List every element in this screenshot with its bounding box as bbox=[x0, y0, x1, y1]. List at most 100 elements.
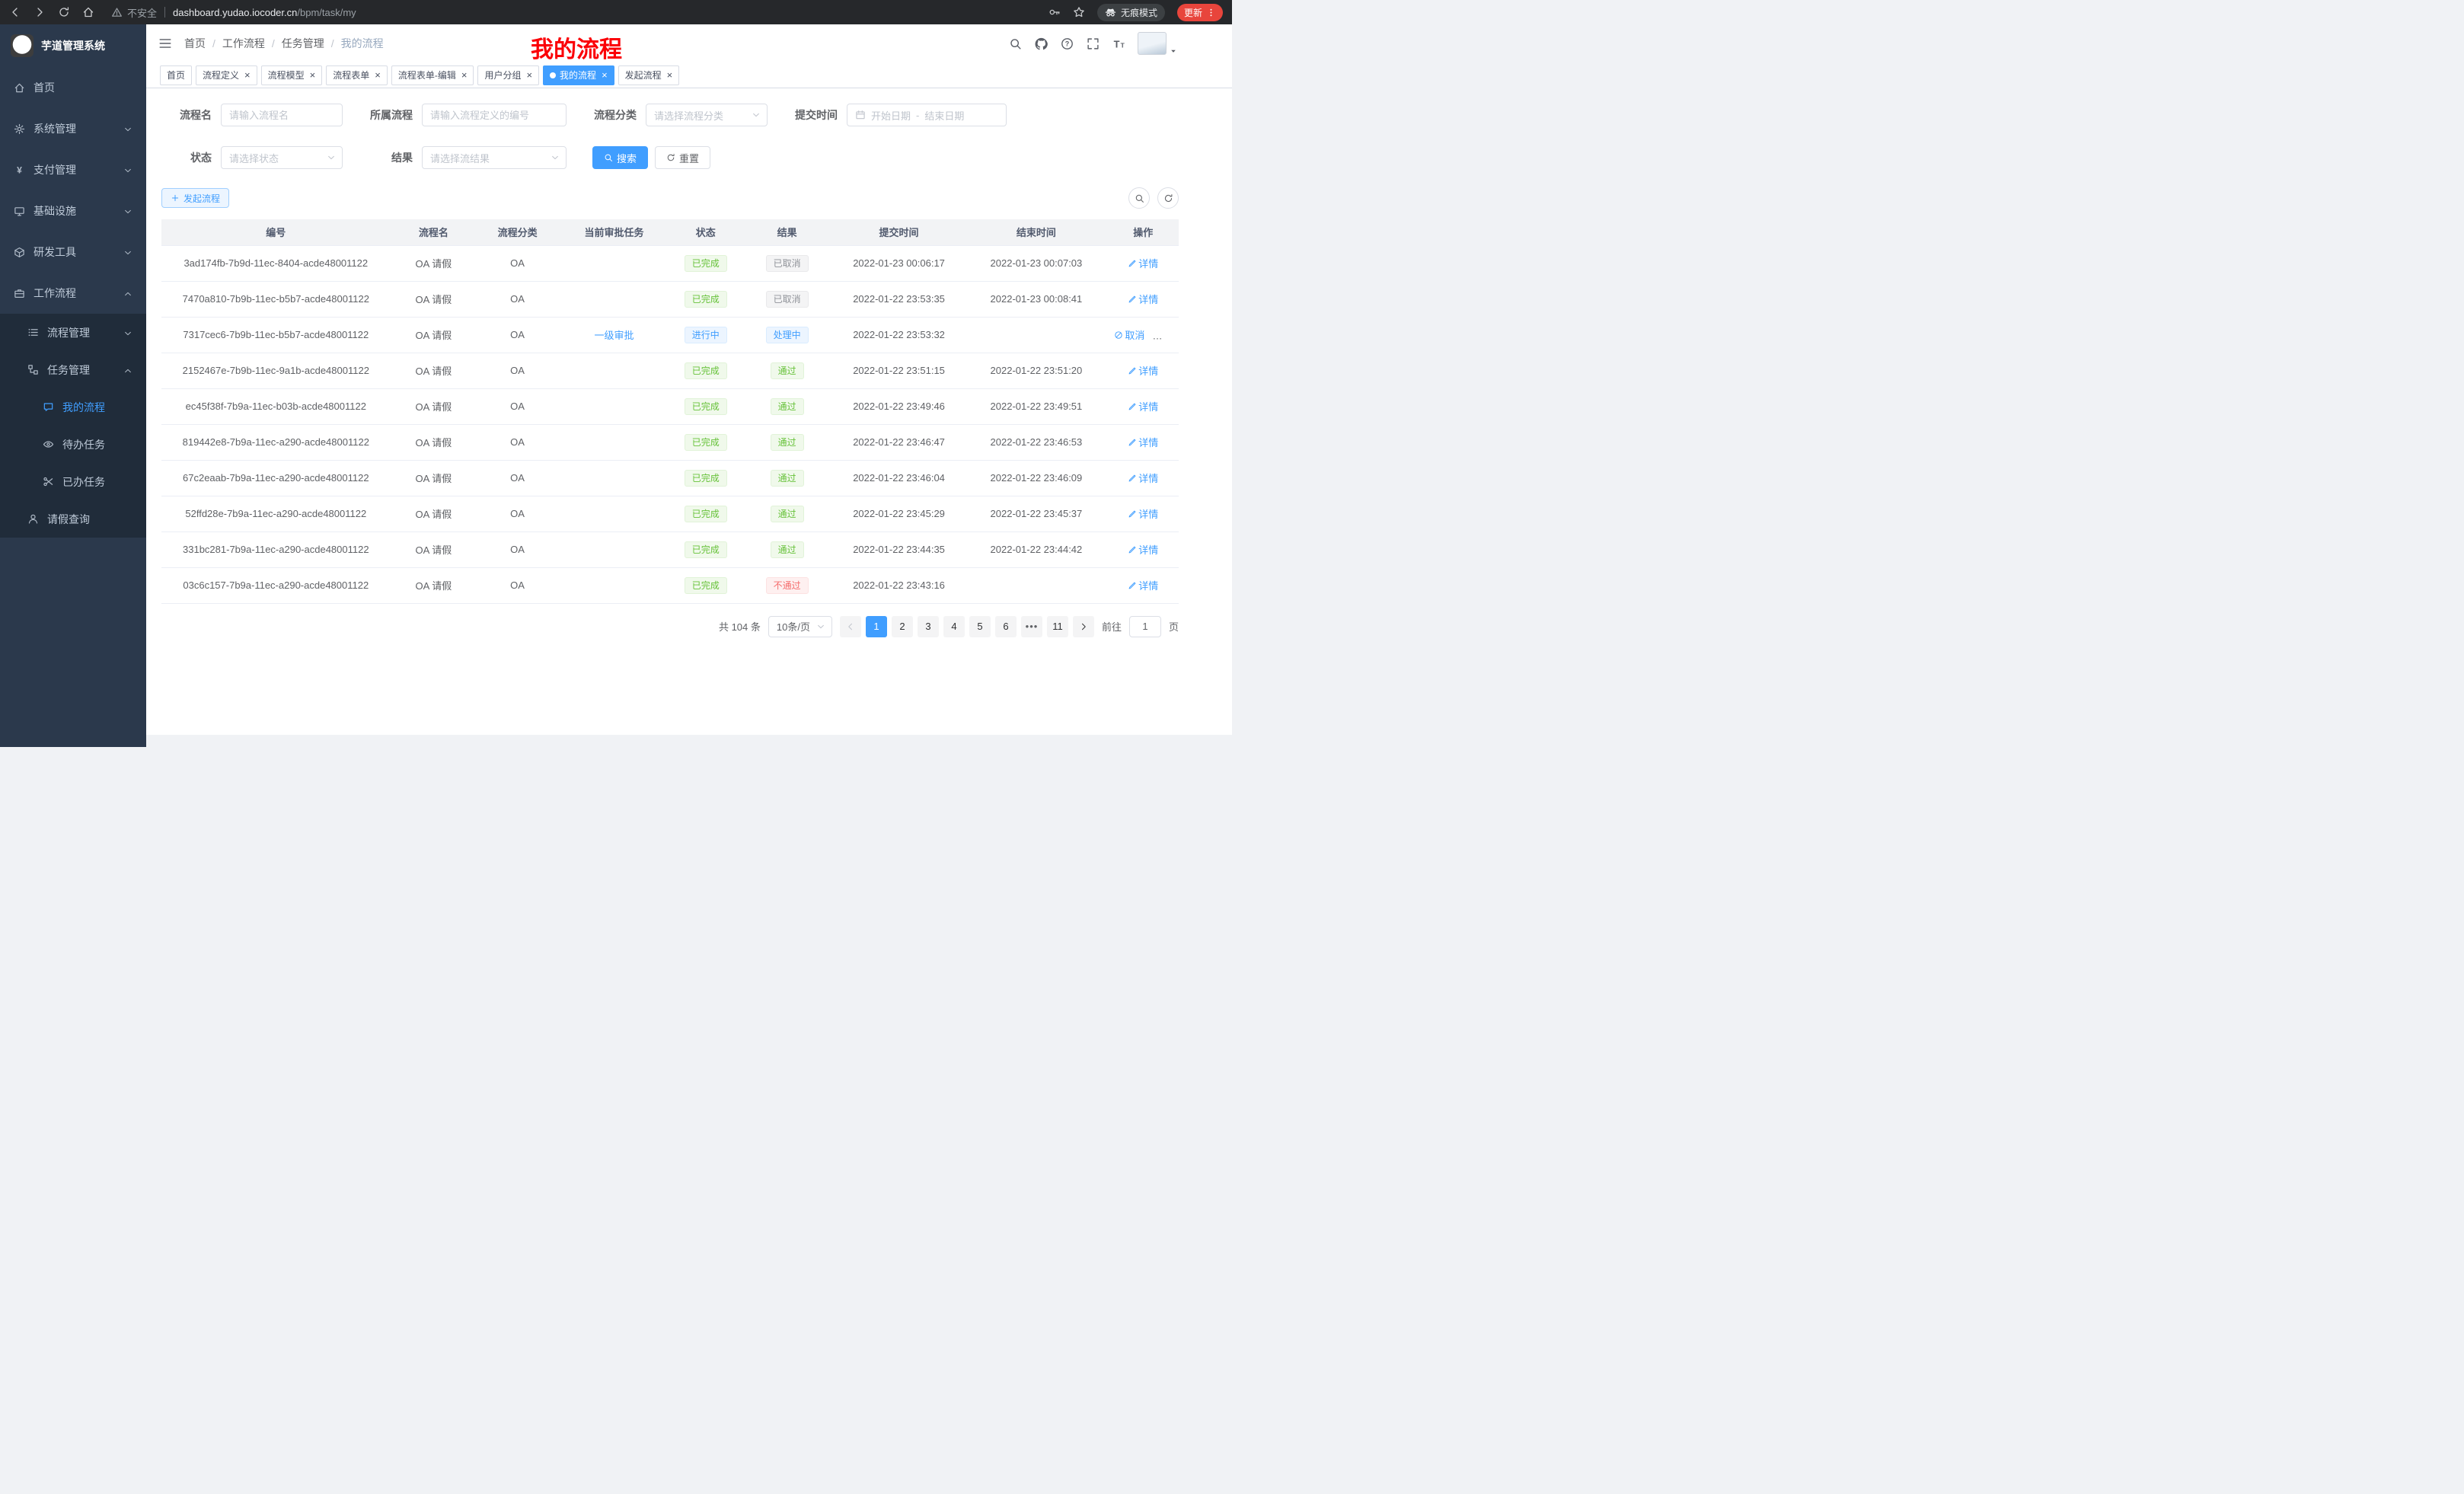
user-menu[interactable] bbox=[1138, 32, 1177, 55]
process-name-input[interactable] bbox=[221, 104, 343, 126]
sidebar-item-label: 首页 bbox=[34, 80, 55, 95]
plus-icon bbox=[171, 193, 180, 203]
page-button-11[interactable]: 11 bbox=[1047, 616, 1068, 637]
hamburger-icon[interactable] bbox=[158, 37, 172, 50]
page-button-6[interactable]: 6 bbox=[995, 616, 1017, 637]
detail-link[interactable]: 详情 bbox=[1128, 542, 1158, 557]
detail-link[interactable]: 详情 bbox=[1128, 256, 1158, 270]
detail-link[interactable]: 详情 bbox=[1128, 435, 1158, 449]
font-size-icon[interactable]: TT bbox=[1112, 37, 1125, 50]
sidebar-item-payment[interactable]: ¥支付管理 bbox=[0, 149, 146, 190]
reload-icon[interactable] bbox=[58, 6, 70, 18]
help-icon[interactable]: ? bbox=[1061, 37, 1074, 50]
search-icon[interactable] bbox=[1009, 37, 1022, 50]
sidebar-item-home[interactable]: 首页 bbox=[0, 67, 146, 108]
detail-link[interactable]: 详情 bbox=[1128, 578, 1158, 592]
cell-end-time: 2022-01-22 23:51:20 bbox=[965, 353, 1107, 388]
detail-link[interactable]: 详情 bbox=[1128, 363, 1158, 378]
category-select[interactable]: 请选择流程分类 bbox=[646, 104, 768, 126]
key-icon[interactable] bbox=[1048, 6, 1061, 18]
page-size-select[interactable]: 10条/页 bbox=[768, 616, 832, 637]
app-logo: 芋道管理系统 bbox=[0, 24, 146, 67]
detail-link[interactable]: 详情 bbox=[1128, 506, 1158, 521]
cell-submit-time: 2022-01-22 23:44:35 bbox=[833, 532, 965, 567]
github-icon[interactable] bbox=[1035, 37, 1048, 50]
tab-process-form-edit[interactable]: 流程表单-编辑× bbox=[391, 65, 474, 85]
sidebar-menu: 首页系统管理¥支付管理基础设施研发工具工作流程流程管理任务管理我的流程待办任务已… bbox=[0, 67, 146, 747]
sidebar-item-infrastructure[interactable]: 基础设施 bbox=[0, 190, 146, 231]
goto-page-input[interactable] bbox=[1129, 616, 1161, 637]
payment-icon: ¥ bbox=[14, 164, 25, 176]
process-table: 编号流程名流程分类当前审批任务状态结果提交时间结束时间操作 3ad174fb-7… bbox=[161, 219, 1179, 604]
star-icon[interactable] bbox=[1073, 6, 1085, 18]
sidebar-item-task-manage[interactable]: 任务管理 bbox=[0, 351, 146, 388]
search-button[interactable]: 搜索 bbox=[592, 146, 648, 169]
close-icon[interactable]: × bbox=[667, 70, 673, 80]
sidebar-item-system[interactable]: 系统管理 bbox=[0, 108, 146, 149]
status-tag: 已完成 bbox=[685, 255, 727, 272]
current-task-link[interactable]: 一级审批 bbox=[594, 330, 634, 341]
back-icon[interactable] bbox=[9, 6, 21, 18]
page-button-2[interactable]: 2 bbox=[892, 616, 913, 637]
close-icon[interactable]: × bbox=[526, 70, 532, 80]
prev-page-button[interactable] bbox=[840, 616, 861, 637]
update-button[interactable]: 更新 bbox=[1177, 4, 1223, 21]
more-pages-button[interactable]: ••• bbox=[1021, 616, 1042, 637]
tab-user-group[interactable]: 用户分组 × bbox=[477, 65, 539, 85]
close-icon[interactable]: × bbox=[602, 70, 608, 80]
sidebar-item-done-task[interactable]: 已办任务 bbox=[0, 463, 146, 500]
menu-dots-icon[interactable] bbox=[1206, 8, 1216, 18]
detail-link[interactable]: 详情 bbox=[1128, 292, 1158, 306]
tab-label: 用户分组 bbox=[484, 69, 521, 81]
close-icon[interactable]: × bbox=[244, 70, 251, 80]
page-button-4[interactable]: 4 bbox=[943, 616, 965, 637]
next-page-button[interactable] bbox=[1073, 616, 1094, 637]
close-icon[interactable]: × bbox=[375, 70, 381, 80]
sidebar-item-workflow[interactable]: 工作流程 bbox=[0, 273, 146, 314]
sidebar-item-label: 已办任务 bbox=[62, 474, 105, 490]
sidebar-item-leave-query[interactable]: 请假查询 bbox=[0, 500, 146, 538]
refresh-table-button[interactable] bbox=[1157, 187, 1179, 209]
tab-process-form[interactable]: 流程表单× bbox=[326, 65, 388, 85]
cell-actions: 取消详情 bbox=[1107, 317, 1179, 353]
start-process-button[interactable]: 发起流程 bbox=[161, 188, 229, 208]
detail-link[interactable]: 详情 bbox=[1128, 399, 1158, 413]
close-icon[interactable]: × bbox=[310, 70, 316, 80]
page-button-3[interactable]: 3 bbox=[918, 616, 939, 637]
tab-my-process[interactable]: 我的流程× bbox=[543, 65, 614, 85]
fullscreen-icon[interactable] bbox=[1087, 37, 1100, 50]
tab-process-definition[interactable]: 流程定义× bbox=[196, 65, 257, 85]
address-bar[interactable]: 不安全 dashboard.yudao.iocoder.cn/bpm/task/… bbox=[111, 5, 356, 20]
sidebar-item-process-manage[interactable]: 流程管理 bbox=[0, 314, 146, 351]
detail-link[interactable]: 详情 bbox=[1128, 471, 1158, 485]
page-button-5[interactable]: 5 bbox=[969, 616, 991, 637]
cell-actions: 详情 bbox=[1107, 245, 1179, 281]
edit-icon bbox=[1128, 438, 1137, 447]
status-select[interactable]: 请选择状态 bbox=[221, 146, 343, 169]
cancel-link[interactable]: 取消 bbox=[1114, 327, 1144, 342]
sidebar-item-my-process[interactable]: 我的流程 bbox=[0, 388, 146, 426]
result-select[interactable]: 请选择流结果 bbox=[422, 146, 567, 169]
forward-icon[interactable] bbox=[34, 6, 46, 18]
breadcrumb-item[interactable]: 首页 bbox=[184, 36, 206, 51]
cell-status: 已完成 bbox=[670, 496, 742, 532]
active-dot-icon bbox=[550, 72, 556, 78]
home-icon[interactable] bbox=[82, 6, 94, 18]
result-tag: 通过 bbox=[771, 506, 804, 522]
show-search-button[interactable] bbox=[1128, 187, 1150, 209]
cell-actions: 详情 bbox=[1107, 281, 1179, 317]
page-button-1[interactable]: 1 bbox=[866, 616, 887, 637]
sidebar-item-devtools[interactable]: 研发工具 bbox=[0, 231, 146, 273]
breadcrumb-item[interactable]: 工作流程 bbox=[222, 36, 265, 51]
tab-process-model[interactable]: 流程模型× bbox=[261, 65, 323, 85]
tab-start-process[interactable]: 发起流程× bbox=[618, 65, 680, 85]
tab-home[interactable]: 首页 bbox=[160, 65, 192, 85]
process-def-input[interactable] bbox=[422, 104, 567, 126]
reset-button[interactable]: 重置 bbox=[655, 146, 710, 169]
sidebar-item-todo-task[interactable]: 待办任务 bbox=[0, 426, 146, 463]
avatar[interactable] bbox=[1138, 32, 1167, 55]
close-icon[interactable]: × bbox=[461, 70, 468, 80]
status-tag: 已完成 bbox=[685, 577, 727, 594]
breadcrumb-item[interactable]: 任务管理 bbox=[282, 36, 324, 51]
submit-time-range[interactable]: 开始日期 - 结束日期 bbox=[847, 104, 1007, 126]
